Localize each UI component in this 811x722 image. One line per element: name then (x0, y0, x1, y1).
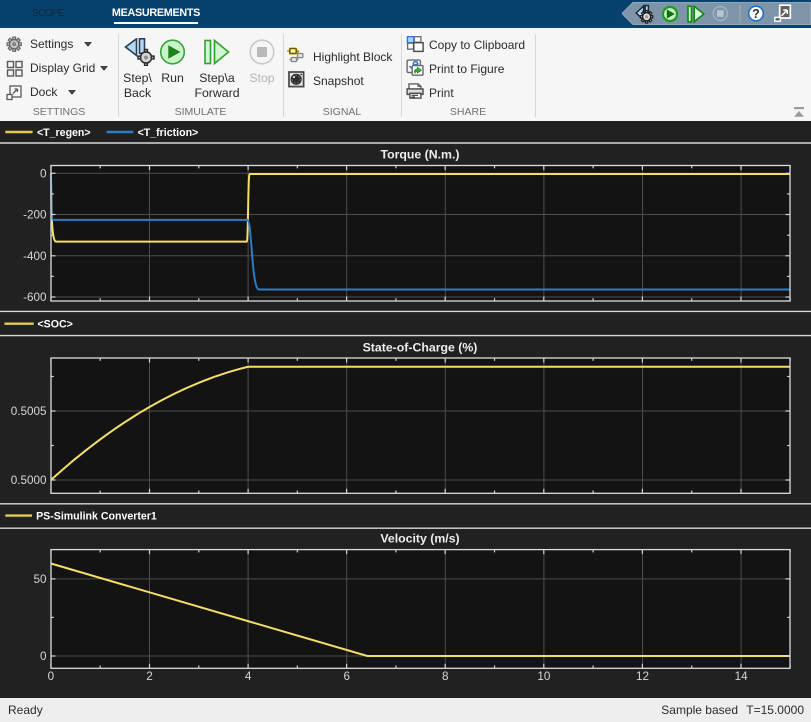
svg-text:State-of-Charge (%): State-of-Charge (%) (363, 341, 478, 355)
svg-text:0: 0 (40, 650, 47, 663)
svg-text:PS-Simulink Converter1: PS-Simulink Converter1 (36, 511, 157, 523)
svg-text:?: ? (752, 7, 760, 21)
svg-text:4: 4 (245, 670, 252, 683)
svg-text:0.5000: 0.5000 (11, 474, 47, 487)
svg-text:14: 14 (735, 670, 749, 683)
svg-text:-600: -600 (23, 291, 47, 304)
svg-text:<SOC>: <SOC> (38, 319, 73, 331)
svg-text:10: 10 (537, 670, 551, 683)
svg-text:8: 8 (442, 670, 449, 683)
svg-text:50: 50 (33, 573, 47, 586)
svg-text:-400: -400 (23, 250, 47, 263)
svg-text:Velocity (m/s): Velocity (m/s) (380, 532, 459, 546)
svg-text:0.5005: 0.5005 (11, 405, 47, 418)
svg-text:0: 0 (40, 167, 47, 180)
svg-text:6: 6 (343, 670, 350, 683)
svg-text:<T_regen>: <T_regen> (37, 127, 91, 139)
svg-text:-200: -200 (23, 209, 47, 222)
svg-text:12: 12 (636, 670, 649, 683)
svg-text:<T_friction>: <T_friction> (138, 127, 199, 139)
svg-text:Torque (N.m.): Torque (N.m.) (380, 148, 459, 162)
svg-text:2: 2 (146, 670, 153, 683)
svg-text:0: 0 (48, 670, 55, 683)
